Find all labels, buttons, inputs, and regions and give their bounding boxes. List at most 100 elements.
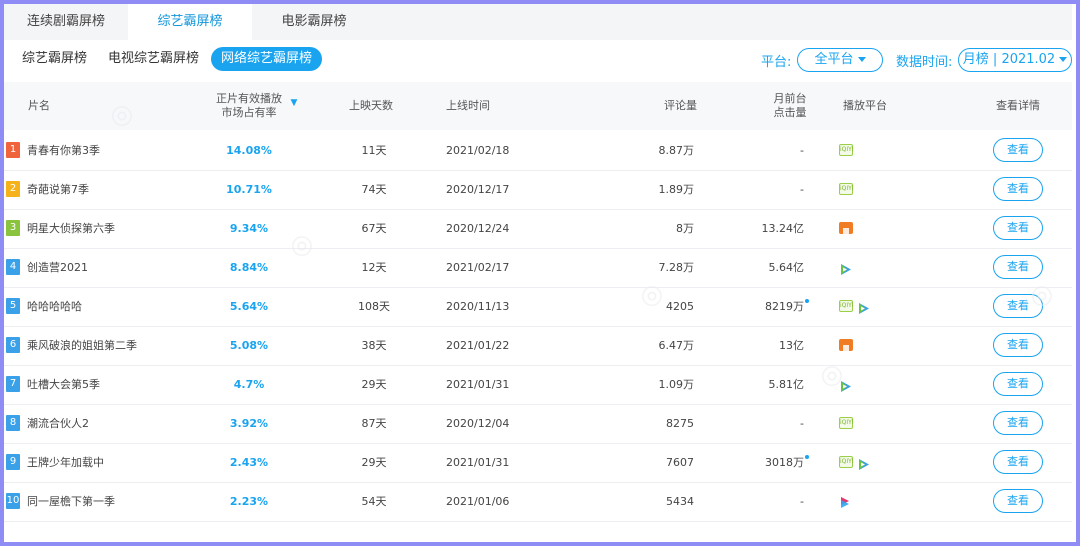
- col-clicks: 月前台 点击量: [770, 92, 810, 120]
- view-button[interactable]: 查看: [993, 372, 1043, 396]
- view-button[interactable]: 查看: [993, 450, 1043, 474]
- info-dot-icon: [805, 455, 809, 459]
- click-count: 13.24亿: [761, 222, 805, 235]
- market-share: 9.34%: [229, 222, 269, 235]
- comment-count: 8.87万: [658, 144, 695, 157]
- rank-badge: 3: [6, 220, 20, 236]
- release-date: 2021/02/18: [446, 144, 510, 157]
- comment-count: 8万: [676, 222, 694, 235]
- time-select[interactable]: 月榜 | 2021.02: [958, 48, 1072, 72]
- rank-badge: 2: [6, 181, 20, 197]
- rank-badge: 7: [6, 376, 20, 392]
- view-button[interactable]: 查看: [993, 138, 1043, 162]
- rank-badge: 5: [6, 298, 20, 314]
- click-count: -: [800, 183, 804, 196]
- view-button[interactable]: 查看: [993, 255, 1043, 279]
- tab-movie-ranking[interactable]: 电影霸屏榜: [252, 4, 376, 40]
- days-online: 29天: [361, 378, 387, 391]
- click-count: 3018万: [765, 456, 804, 469]
- show-title: 吐槽大会第5季: [27, 378, 100, 391]
- time-filter-label: 数据时间:: [896, 55, 953, 70]
- iqiyi-icon: iQIYI: [839, 456, 854, 468]
- tencent-video-icon: [857, 300, 870, 314]
- click-count: 5.64亿: [768, 261, 805, 274]
- show-title: 明星大侦探第六季: [27, 222, 115, 235]
- time-select-value: 月榜 | 2021.02: [962, 52, 1056, 67]
- comment-count: 7607: [666, 456, 694, 469]
- release-date: 2020/12/04: [446, 417, 510, 430]
- table-row: 4 创造营2021 8.84% 12天 2021/02/17 7.28万 5.64亿 查看: [4, 248, 1072, 288]
- days-online: 54天: [361, 495, 387, 508]
- days-online: 108天: [358, 300, 390, 313]
- table-row: 8 潮流合伙人2 3.92% 87天 2020/12/04 8275 - 查看 iQIYI: [4, 404, 1072, 444]
- iqiyi-icon: iQIYI: [839, 417, 854, 429]
- view-button[interactable]: 查看: [993, 411, 1043, 435]
- table-row: 2 奇葩说第7季 10.71% 74天 2020/12/17 1.89万 - 查看 iQIYI: [4, 170, 1072, 210]
- show-title: 青春有你第3季: [27, 144, 100, 157]
- release-date: 2021/01/31: [446, 456, 510, 469]
- table-row: 7 吐槽大会第5季 4.7% 29天 2021/01/31 1.09万 5.81亿 查看: [4, 365, 1072, 405]
- iqiyi-icon: iQIYI: [839, 183, 854, 195]
- top-tab-bar: 连续剧霸屏榜 综艺霸屏榜 电影霸屏榜: [4, 4, 1072, 40]
- table-row: 6 乘风破浪的姐姐第二季 5.08% 38天 2021/01/22 6.47万 13亿 查看: [4, 326, 1072, 366]
- market-share: 14.08%: [226, 144, 272, 157]
- rank-badge: 1: [6, 142, 20, 158]
- tencent-video-icon: [839, 261, 852, 275]
- comment-count: 1.89万: [658, 183, 695, 196]
- mango-tv-icon: [839, 339, 853, 351]
- col-share-line1: 正片有效播放: [216, 92, 282, 105]
- platform-filter-label: 平台:: [761, 55, 792, 70]
- mango-tv-icon: [839, 222, 853, 234]
- subtab-variety[interactable]: 综艺霸屏榜: [12, 47, 97, 71]
- market-share: 8.84%: [229, 261, 269, 274]
- subtab-web-variety[interactable]: 网络综艺霸屏榜: [211, 47, 323, 71]
- tencent-video-icon: [857, 456, 870, 470]
- tab-drama-ranking[interactable]: 连续剧霸屏榜: [4, 4, 128, 40]
- market-share: 2.23%: [229, 495, 269, 508]
- release-date: 2021/01/31: [446, 378, 510, 391]
- rank-badge: 4: [6, 259, 20, 275]
- release-date: 2021/01/22: [446, 339, 510, 352]
- table-row: 10 同一屋檐下第一季 2.23% 54天 2021/01/06 5434 - 查看: [4, 482, 1072, 522]
- show-title: 创造营2021: [27, 261, 88, 274]
- subtab-tv-variety[interactable]: 电视综艺霸屏榜: [98, 47, 209, 71]
- table-row: 5 哈哈哈哈哈 5.64% 108天 2020/11/13 4205 8219万 查看 iQIY…: [4, 287, 1072, 327]
- col-share[interactable]: 正片有效播放 市场占有率: [209, 92, 289, 120]
- platform-select-value: 全平台: [814, 52, 854, 67]
- view-button[interactable]: 查看: [993, 177, 1043, 201]
- sort-icon[interactable]: ▼: [290, 96, 298, 110]
- click-count: -: [800, 495, 804, 508]
- tab-variety-ranking[interactable]: 综艺霸屏榜: [128, 4, 252, 40]
- iqiyi-icon: iQIYI: [839, 300, 854, 312]
- click-count: -: [800, 417, 804, 430]
- iqiyi-icon: iQIYI: [839, 144, 854, 156]
- comment-count: 1.09万: [658, 378, 695, 391]
- col-date: 上线时间: [446, 99, 490, 112]
- view-button[interactable]: 查看: [993, 294, 1043, 318]
- days-online: 67天: [361, 222, 387, 235]
- info-dot-icon: [805, 299, 809, 303]
- view-button[interactable]: 查看: [993, 216, 1043, 240]
- view-button[interactable]: 查看: [993, 489, 1043, 513]
- col-detail: 查看详情: [996, 99, 1040, 112]
- tencent-video-icon: [839, 378, 852, 392]
- rank-badge: 9: [6, 454, 20, 470]
- market-share: 3.92%: [229, 417, 269, 430]
- col-clicks-line2: 点击量: [773, 106, 807, 119]
- show-title: 奇葩说第7季: [27, 183, 89, 196]
- release-date: 2020/12/24: [446, 222, 510, 235]
- table-row: 9 王牌少年加载中 2.43% 29天 2021/01/31 7607 3018万 查看 iQI…: [4, 443, 1072, 483]
- view-button[interactable]: 查看: [993, 333, 1043, 357]
- market-share: 4.7%: [233, 378, 265, 391]
- col-title: 片名: [28, 99, 50, 112]
- days-online: 74天: [361, 183, 387, 196]
- youku-icon: [839, 495, 851, 509]
- release-date: 2021/02/17: [446, 261, 510, 274]
- release-date: 2021/01/06: [446, 495, 510, 508]
- col-share-line2: 市场占有率: [221, 106, 277, 119]
- col-days: 上映天数: [349, 99, 393, 112]
- rank-badge: 10: [6, 493, 20, 509]
- comment-count: 7.28万: [658, 261, 695, 274]
- col-comments: 评论量: [664, 99, 697, 112]
- platform-select[interactable]: 全平台: [797, 48, 883, 72]
